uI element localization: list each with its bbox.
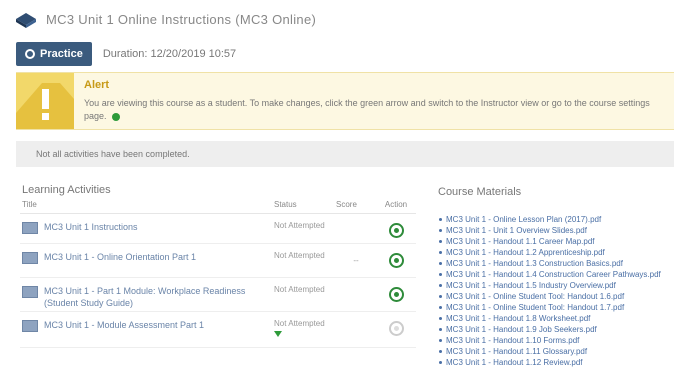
activities-table: Title Status Score Action MC3 Unit 1 Ins… — [20, 196, 416, 348]
alert-title: Alert — [84, 79, 110, 91]
material-link[interactable]: MC3 Unit 1 - Handout 1.12 Review.pdf — [438, 357, 674, 368]
arrow-down-icon[interactable] — [274, 331, 282, 337]
alert-box: Alert You are viewing this course as a s… — [16, 72, 674, 130]
start-icon[interactable] — [388, 223, 404, 238]
activity-score: -- — [353, 256, 359, 265]
activity-title-text: MC3 Unit 1 - Online Orientation Part 1 — [44, 252, 197, 262]
table-row: MC3 Unit 1 - Part 1 Module: Workplace Re… — [20, 278, 416, 312]
activity-icon — [22, 222, 38, 234]
material-link[interactable]: MC3 Unit 1 - Handout 1.9 Job Seekers.pdf — [438, 324, 674, 335]
material-link[interactable]: MC3 Unit 1 - Handout 1.2 Apprenticeship.… — [438, 247, 674, 258]
activity-score — [336, 312, 376, 324]
activity-action[interactable] — [376, 214, 416, 238]
practice-icon — [25, 49, 35, 59]
notice-bar: Not all activities have been completed. — [16, 141, 674, 167]
table-row: MC3 Unit 1 - Module Assessment Part 1 No… — [20, 312, 416, 348]
green-arrow-icon[interactable] — [112, 112, 121, 121]
column-action: Action — [384, 200, 408, 209]
alert-message: You are viewing this course as a student… — [84, 98, 650, 121]
activity-score — [336, 214, 376, 226]
activity-action[interactable] — [376, 278, 416, 302]
activity-title[interactable]: MC3 Unit 1 - Module Assessment Part 1 — [20, 312, 274, 332]
column-score: Score — [336, 200, 357, 209]
warning-icon — [16, 73, 74, 129]
activity-title[interactable]: MC3 Unit 1 - Part 1 Module: Workplace Re… — [20, 278, 274, 309]
table-row: MC3 Unit 1 - Online Orientation Part 1 N… — [20, 244, 416, 278]
activity-title-text: MC3 Unit 1 Instructions — [44, 222, 138, 232]
activity-status-text: Not Attempted — [274, 319, 325, 328]
material-link[interactable]: MC3 Unit 1 - Handout 1.1 Career Map.pdf — [438, 236, 674, 247]
activity-action — [376, 312, 416, 336]
course-materials: Course Materials MC3 Unit 1 - Online Les… — [438, 186, 674, 368]
start-icon[interactable] — [388, 287, 404, 302]
activity-title[interactable]: MC3 Unit 1 Instructions — [20, 214, 274, 234]
page-title: MC3 Unit 1 Online Instructions (MC3 Onli… — [46, 11, 317, 27]
material-link[interactable]: MC3 Unit 1 - Handout 1.3 Construction Ba… — [438, 258, 674, 269]
table-header: Title Status Score Action — [20, 196, 416, 214]
practice-button[interactable]: Practice — [16, 42, 92, 66]
activity-status: Not Attempted — [274, 285, 325, 294]
page: MC3 Unit 1 Online Instructions (MC3 Onli… — [0, 0, 674, 370]
activity-title-text: MC3 Unit 1 - Part 1 Module: Workplace Re… — [44, 286, 246, 308]
activity-title[interactable]: MC3 Unit 1 - Online Orientation Part 1 — [20, 244, 274, 264]
material-link[interactable]: MC3 Unit 1 - Handout 1.10 Forms.pdf — [438, 335, 674, 346]
activity-score — [336, 278, 376, 290]
activities-heading: Learning Activities — [22, 184, 111, 196]
activity-status: Not Attempted — [274, 251, 325, 260]
material-link[interactable]: MC3 Unit 1 - Unit 1 Overview Slides.pdf — [438, 225, 674, 236]
column-title: Title — [22, 200, 37, 209]
material-link[interactable]: MC3 Unit 1 - Online Lesson Plan (2017).p… — [438, 214, 674, 225]
practice-button-label: Practice — [40, 48, 83, 60]
book-icon — [16, 13, 36, 28]
material-link[interactable]: MC3 Unit 1 - Online Student Tool: Handou… — [438, 291, 674, 302]
table-row: MC3 Unit 1 Instructions Not Attempted — [20, 214, 416, 244]
start-icon[interactable] — [388, 253, 404, 268]
material-link[interactable]: MC3 Unit 1 - Handout 1.4 Construction Ca… — [438, 269, 674, 280]
activity-status: Not Attempted — [274, 221, 325, 230]
material-link[interactable]: MC3 Unit 1 - Online Student Tool: Handou… — [438, 302, 674, 313]
activity-icon — [22, 320, 38, 332]
duration-text: Duration: 12/20/2019 10:57 — [102, 48, 237, 60]
toolbar: Practice Duration: 12/20/2019 10:57 — [16, 42, 236, 66]
material-link[interactable]: MC3 Unit 1 - Handout 1.5 Industry Overvi… — [438, 280, 674, 291]
materials-heading: Course Materials — [438, 186, 522, 198]
activity-title-text: MC3 Unit 1 - Module Assessment Part 1 — [44, 320, 205, 330]
column-status: Status — [274, 200, 297, 209]
alert-text: You are viewing this course as a student… — [84, 97, 668, 123]
material-link[interactable]: MC3 Unit 1 - Handout 1.11 Glossary.pdf — [438, 346, 674, 357]
activity-status: Not Attempted — [274, 312, 336, 337]
materials-list: MC3 Unit 1 - Online Lesson Plan (2017).p… — [438, 214, 674, 368]
title-bar: MC3 Unit 1 Online Instructions (MC3 Onli… — [14, 8, 316, 30]
locked-icon — [388, 321, 404, 336]
material-link[interactable]: MC3 Unit 1 - Handout 1.8 Worksheet.pdf — [438, 313, 674, 324]
activity-icon — [22, 286, 38, 298]
activity-action[interactable] — [376, 244, 416, 268]
activity-icon — [22, 252, 38, 264]
